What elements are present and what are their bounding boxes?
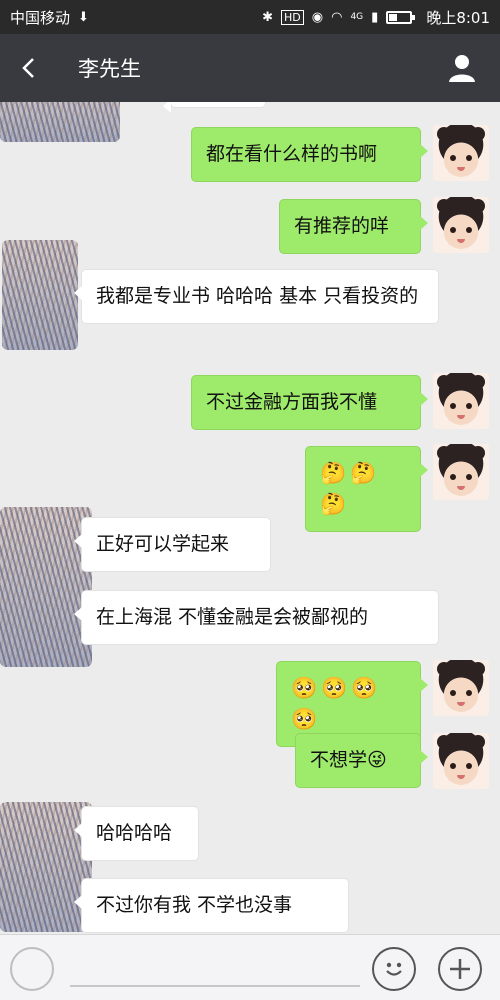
chat-header: 李先生 (0, 34, 500, 102)
message-bubble-sent[interactable]: 不过金融方面我不懂 (191, 375, 428, 430)
hd-badge: HD (281, 9, 304, 25)
chat-title: 李先生 (78, 57, 141, 81)
message-bubble-received[interactable]: 我都是专业书 哈哈哈 基本 只看投资的 (74, 269, 439, 324)
voice-icon[interactable] (10, 947, 54, 991)
message-bubble-received[interactable]: 正好可以学起来 (74, 517, 271, 572)
signal-icon: ▮ (371, 9, 379, 25)
my-avatar[interactable] (433, 373, 489, 429)
my-avatar[interactable] (433, 444, 489, 500)
clock: 晚上8:01 (426, 8, 490, 27)
battery-icon (386, 10, 416, 24)
download-icon: ⬇ (78, 9, 89, 25)
back-arrow-icon[interactable] (0, 34, 60, 102)
input-toolbar (0, 934, 500, 1000)
partial-message-bubble (163, 102, 266, 113)
network-label: 4G (350, 12, 364, 22)
plus-icon[interactable] (438, 947, 482, 991)
message-bubble-sent[interactable]: 有推荐的咩 (279, 199, 428, 254)
my-avatar[interactable] (433, 660, 489, 716)
message-bubble-received[interactable]: 不过你有我 不学也没事 (74, 878, 349, 933)
my-avatar[interactable] (433, 197, 489, 253)
smiley-icon[interactable] (372, 947, 416, 991)
message-bubble-sent[interactable]: 🤔🤔🤔 (305, 446, 428, 532)
redacted-avatar (0, 507, 92, 667)
bluetooth-icon: ✱ (262, 9, 274, 25)
person-icon[interactable] (444, 50, 480, 86)
wifi-icon: ◠ (331, 9, 343, 25)
redacted-avatar (0, 802, 92, 932)
status-bar: 中国移动 ⬇ ✱ HD ◉ ◠ 4G ▮ 晚上8:01 (0, 0, 500, 34)
my-avatar[interactable] (433, 733, 489, 789)
message-bubble-received[interactable]: 哈哈哈哈 (74, 806, 199, 861)
message-bubble-sent[interactable]: 不想学😜 (295, 733, 428, 788)
message-bubble-received[interactable]: 在上海混 不懂金融是会被鄙视的 (74, 590, 439, 645)
redacted-area (0, 102, 120, 142)
message-list[interactable]: 都在看什么样的书啊 有推荐的咩 我都是专业书 哈哈哈 基本 只看投资的 不过金融… (0, 102, 500, 934)
message-bubble-sent[interactable]: 都在看什么样的书啊 (191, 127, 428, 182)
carrier-label: 中国移动 (10, 8, 71, 27)
my-avatar[interactable] (433, 125, 489, 181)
message-input[interactable] (70, 985, 360, 987)
redacted-avatar (2, 240, 78, 350)
eye-icon: ◉ (311, 9, 324, 25)
